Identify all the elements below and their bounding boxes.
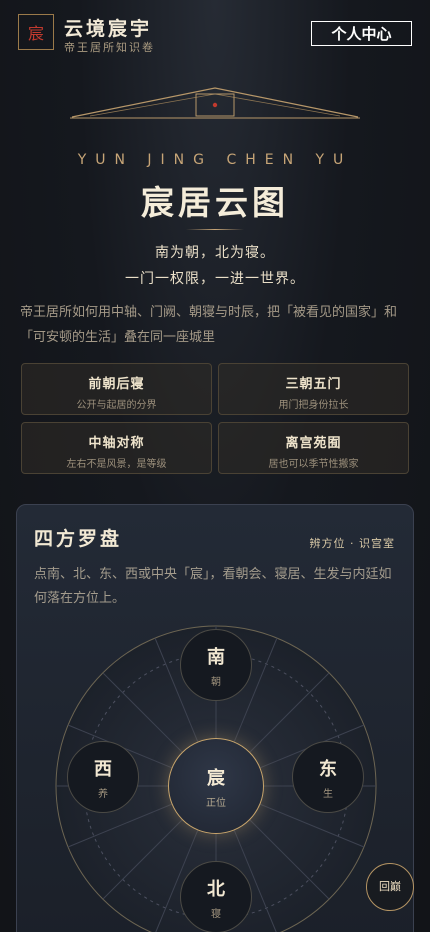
direction-meaning: 生 (323, 788, 333, 800)
compass-center-button[interactable]: 宸 正位 (168, 738, 264, 834)
compass-panel: 四方罗盘 辨方位 · 识宫室 点南、北、东、西或中央「宸」，看朝会、寝居、生发与… (16, 504, 414, 932)
tag-subtitle: 用门把身份拉长 (278, 400, 349, 411)
tag-subtitle: 居也可以季节性搬家 (268, 459, 359, 470)
direction-meaning: 正位 (206, 797, 226, 809)
compass-east-button[interactable]: 东 生 (292, 741, 364, 813)
tag-card-sanchao-wumen[interactable]: 三朝五门 用门把身份拉长 (218, 363, 409, 415)
tag-title: 三朝五门 (285, 377, 342, 392)
compass-west-button[interactable]: 西 养 (67, 741, 139, 813)
hero-motto-line1: 南为朝，北为寝。 (155, 245, 275, 261)
brand-subtitle: 帝王居所知识卷 (64, 41, 155, 54)
direction-meaning: 寝 (211, 908, 221, 920)
profile-button[interactable]: 个人中心 (311, 21, 412, 46)
direction-name: 北 (207, 878, 225, 900)
hero-title: 宸居云图 (141, 183, 289, 222)
direction-name: 西 (94, 758, 112, 780)
hero-divider (186, 229, 244, 230)
tag-title: 离宫苑囿 (285, 436, 342, 451)
brand-title: 云境宸宇 (64, 18, 153, 40)
tag-card-zhongzhou-duicheng[interactable]: 中轴对称 左右不是风景，是等级 (21, 422, 212, 474)
direction-meaning: 养 (98, 788, 108, 800)
tag-card-ligong-yuanyou[interactable]: 离宫苑囿 居也可以季节性搬家 (218, 422, 409, 474)
hero-eyebrow: YUN JING CHEN YU (77, 152, 353, 168)
tag-title: 前朝后寝 (88, 377, 145, 392)
compass-panel-description: 点南、北、东、西或中央「宸」，看朝会、寝居、生发与内廷如何落在方位上。 (34, 567, 392, 606)
logo-seal-char: 宸 (27, 24, 44, 43)
direction-name: 南 (207, 646, 225, 668)
direction-meaning: 朝 (211, 676, 221, 688)
hero-intro: 帝王居所如何用中轴、门阙、朝寝与时辰，把「被看见的国家」和「可安顿的生活」叠在同… (20, 305, 398, 345)
compass-south-button[interactable]: 南 朝 (180, 629, 252, 701)
direction-name: 东 (319, 758, 337, 780)
tag-title: 中轴对称 (88, 436, 145, 451)
palace-roof-illustration (70, 87, 360, 119)
compass-panel-links[interactable]: 辨方位 · 识宫室 (310, 535, 396, 551)
direction-name: 宸 (207, 767, 225, 789)
back-to-top-label: 回巅 (379, 880, 401, 893)
hero-motto-line2: 一门一权限，一进一世界。 (125, 271, 305, 287)
tag-card-qianchao-houqin[interactable]: 前朝后寝 公开与起居的分界 (21, 363, 212, 415)
tag-subtitle: 左右不是风景，是等级 (66, 459, 167, 470)
compass-dial: 南 朝 西 养 宸 正位 东 生 北 寝 (55, 625, 377, 932)
app-header: 宸 云境宸宇 帝王居所知识卷 个人中心 (0, 0, 430, 64)
back-to-top-button[interactable]: 回巅 (366, 863, 414, 911)
logo-seal: 宸 (18, 14, 54, 50)
tag-subtitle: 公开与起居的分界 (76, 400, 157, 411)
compass-panel-title: 四方罗盘 (34, 528, 123, 550)
compass-north-button[interactable]: 北 寝 (180, 861, 252, 932)
